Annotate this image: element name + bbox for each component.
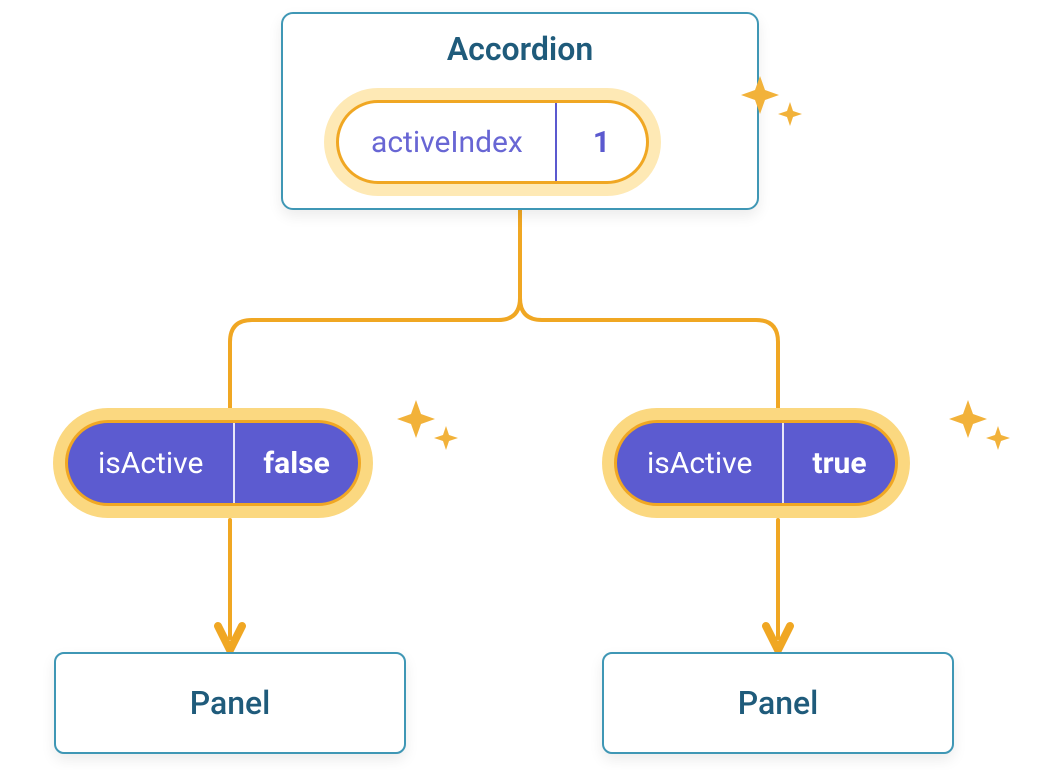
panel-card-right: Panel — [602, 652, 954, 754]
pill-body: activeIndex 1 — [336, 100, 649, 184]
accordion-title: Accordion — [447, 30, 593, 68]
panel-card-left: Panel — [54, 652, 406, 754]
prop-value: true — [782, 423, 894, 503]
prop-key: isActive — [68, 423, 233, 503]
sparkle-icon — [738, 70, 808, 140]
prop-value: false — [233, 423, 357, 503]
sparkle-icon — [946, 394, 1016, 464]
prop-pill-right: isActive true — [614, 420, 898, 506]
panel-label: Panel — [738, 684, 819, 722]
prop-pill-left: isActive false — [65, 420, 361, 506]
pill-body: isActive false — [65, 420, 361, 506]
prop-key: isActive — [617, 423, 782, 503]
panel-label: Panel — [190, 684, 271, 722]
state-value: 1 — [555, 103, 646, 181]
diagram-stage: Accordion activeIndex 1 isActive false i… — [0, 0, 1042, 770]
pill-body: isActive true — [614, 420, 898, 506]
sparkle-icon — [394, 394, 464, 464]
state-pill-activeindex: activeIndex 1 — [336, 100, 649, 184]
state-key: activeIndex — [339, 103, 555, 181]
